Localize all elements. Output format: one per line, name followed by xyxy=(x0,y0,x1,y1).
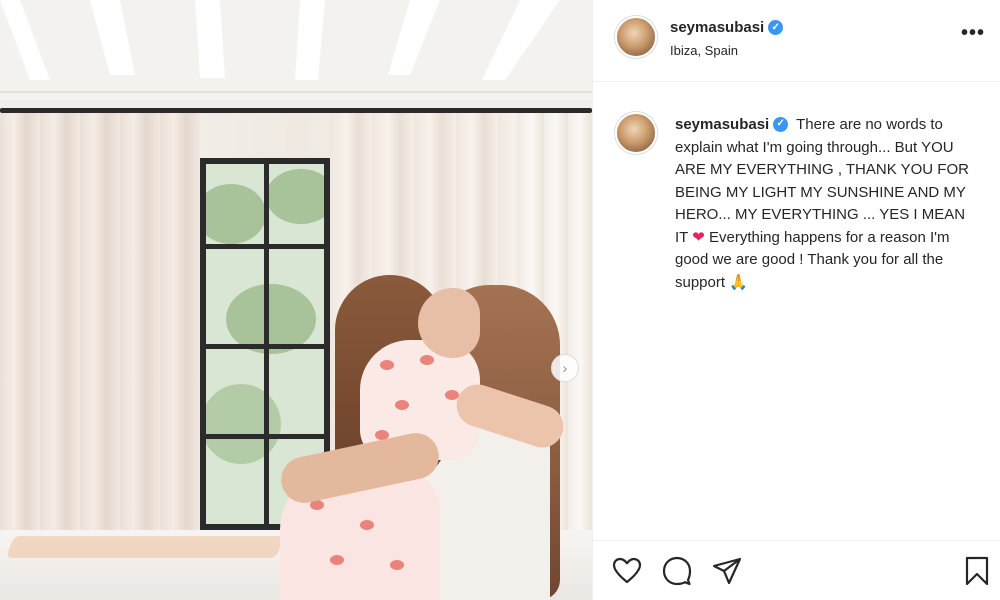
instagram-post: › seymasubasi ✓ Ibiza, Spain ••• seymasub… xyxy=(0,0,1000,600)
action-bar xyxy=(593,540,1000,600)
curtain-rod xyxy=(0,108,592,113)
carousel-next-button[interactable]: › xyxy=(551,354,579,382)
bed-throw xyxy=(5,536,285,558)
username-link[interactable]: seymasubasi ✓ xyxy=(670,19,784,36)
share-icon[interactable] xyxy=(711,555,743,587)
chevron-right-icon: › xyxy=(562,360,568,376)
comment-icon[interactable] xyxy=(661,555,693,587)
location-link[interactable]: Ibiza, Spain xyxy=(670,43,738,58)
post-photo[interactable]: › xyxy=(0,0,592,600)
ceiling-beams xyxy=(0,0,592,100)
username-text: seymasubasi xyxy=(670,19,765,36)
mother-face xyxy=(418,288,480,358)
caption-body: There are no words to explain what I'm g… xyxy=(675,116,969,246)
more-options-icon[interactable]: ••• xyxy=(961,22,985,45)
caption-avatar[interactable] xyxy=(615,112,657,154)
pray-emoji: 🙏 xyxy=(729,273,748,291)
post-side-panel: seymasubasi ✓ Ibiza, Spain ••• seymasubas… xyxy=(592,0,1000,600)
post-header: seymasubasi ✓ Ibiza, Spain ••• xyxy=(593,0,1000,82)
verified-badge-icon: ✓ xyxy=(773,116,789,132)
avatar[interactable] xyxy=(615,16,657,58)
caption-text: seymasubasi ✓ There are no words to expla… xyxy=(675,114,975,294)
caption-body-2: Everything happens for a reason I'm good… xyxy=(675,228,950,291)
curtain-left xyxy=(0,113,200,553)
bookmark-icon[interactable] xyxy=(961,555,993,587)
heart-icon[interactable] xyxy=(611,555,643,587)
caption-username[interactable]: seymasubasi ✓ xyxy=(675,116,789,133)
heart-emoji: ❤ xyxy=(692,228,705,246)
verified-badge-icon: ✓ xyxy=(768,19,784,35)
